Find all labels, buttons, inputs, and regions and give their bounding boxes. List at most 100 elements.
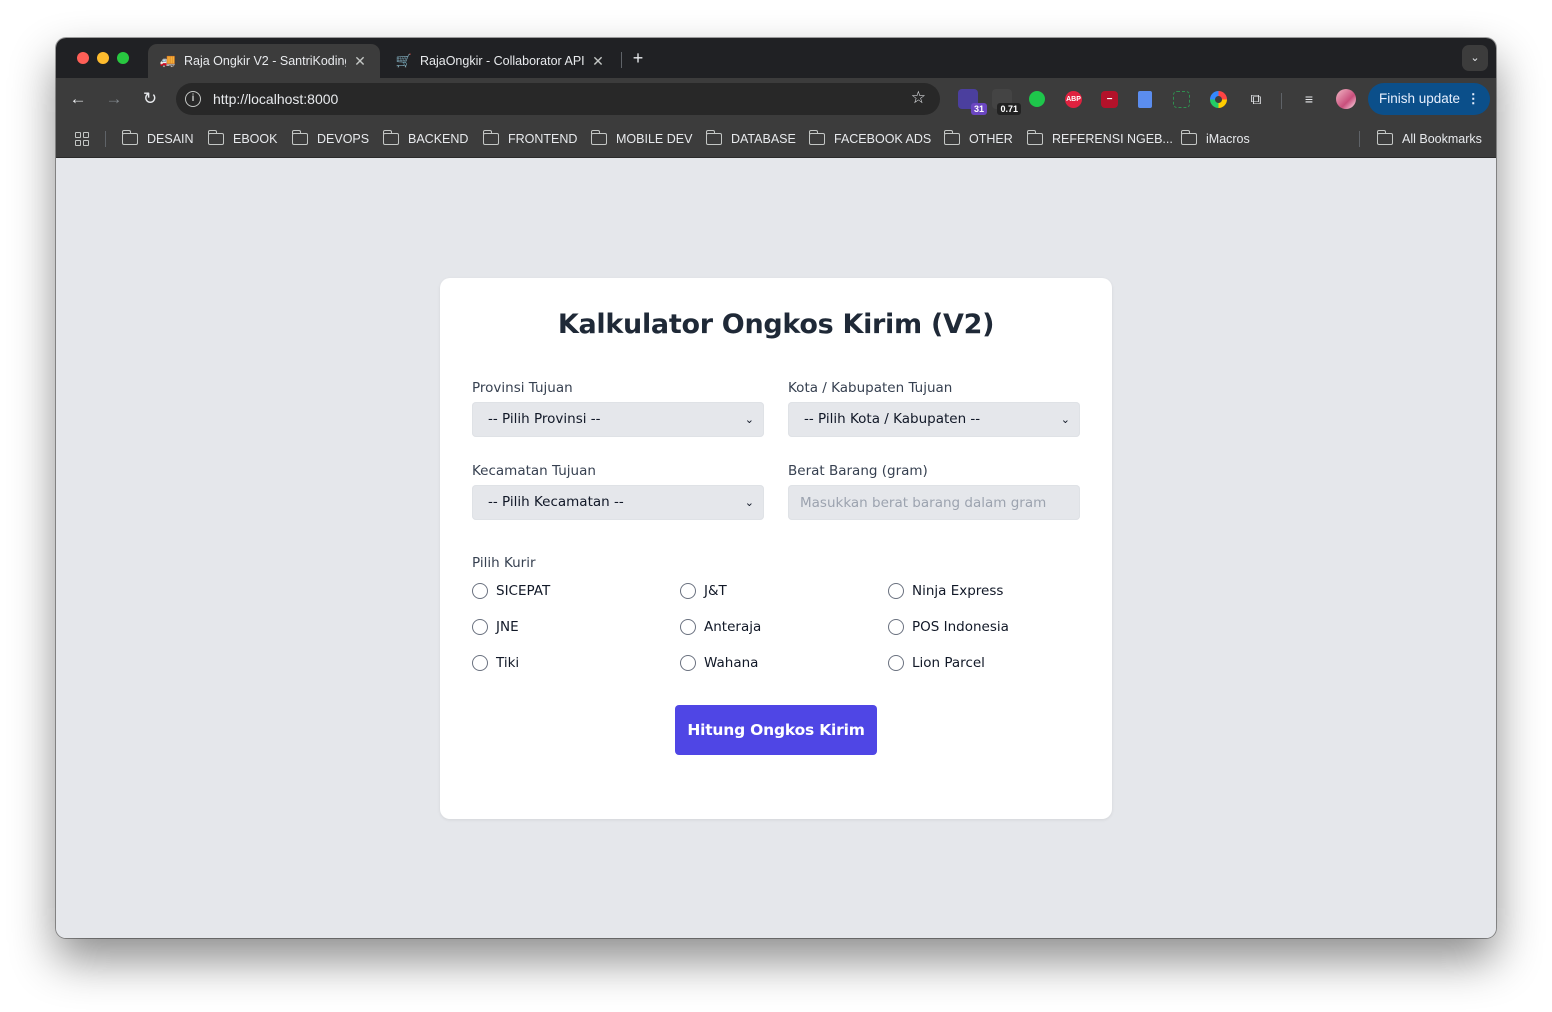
apps-grid-icon[interactable] <box>75 132 89 146</box>
hitung-ongkos-kirim-button[interactable]: Hitung Ongkos Kirim <box>675 705 877 755</box>
close-window-button[interactable] <box>77 52 89 64</box>
truck-favicon-icon: 🚚 <box>159 53 177 68</box>
bookmark-folder-mobile-dev[interactable]: MOBILE DEV <box>590 120 693 158</box>
courier-label: SICEPAT <box>496 583 551 599</box>
tab-strip: 🚚 Raja Ongkir V2 - SantriKoding ✕ 🛒 Raja… <box>56 38 1496 78</box>
bookmark-star-icon[interactable]: ☆ <box>911 88 926 108</box>
color-picker-icon[interactable] <box>1210 91 1227 108</box>
tab-raja-ongkir-v2[interactable]: 🚚 Raja Ongkir V2 - SantriKoding ✕ <box>148 44 380 78</box>
courier-label: POS Indonesia <box>912 619 1009 635</box>
courier-radio-lion-parcel[interactable]: Lion Parcel <box>888 655 985 671</box>
folder-icon <box>943 130 960 145</box>
folder-icon <box>590 130 607 145</box>
radio-circle[interactable] <box>888 583 904 599</box>
bookmark-folder-backend[interactable]: BACKEND <box>382 120 468 158</box>
finish-update-button[interactable]: Finish update ⋮ <box>1368 83 1490 115</box>
courier-label: JNE <box>496 619 519 635</box>
radio-circle[interactable] <box>680 619 696 635</box>
kurir-label: Pilih Kurir <box>472 555 536 571</box>
courier-radio-jnt[interactable]: J&T <box>680 583 727 599</box>
reload-icon[interactable]: ↻ <box>138 87 162 111</box>
extension-badge: 0.71 <box>997 103 1021 115</box>
screenshot-icon[interactable] <box>1173 91 1190 108</box>
radio-circle[interactable] <box>680 655 696 671</box>
folder-icon <box>291 130 308 145</box>
bookmark-folder-frontend[interactable]: FRONTEND <box>482 120 577 158</box>
adblock-icon[interactable]: ABP <box>1065 91 1082 108</box>
radio-circle[interactable] <box>472 655 488 671</box>
radio-circle[interactable] <box>680 583 696 599</box>
chevron-down-icon: ⌄ <box>1060 413 1070 426</box>
provinsi-label: Provinsi Tujuan <box>472 380 573 396</box>
courier-radio-ninja-express[interactable]: Ninja Express <box>888 583 1003 599</box>
bookmark-label: MOBILE DEV <box>616 132 693 146</box>
radio-circle[interactable] <box>888 655 904 671</box>
close-tab-icon[interactable]: ✕ <box>352 53 368 70</box>
folder-icon <box>705 130 722 145</box>
bookmark-label: DESAIN <box>147 132 194 146</box>
back-arrow-icon[interactable]: ← <box>66 87 90 111</box>
folder-icon <box>1180 130 1197 145</box>
courier-label: Ninja Express <box>912 583 1004 599</box>
tab-rajaongkir-api[interactable]: 🛒 RajaOngkir - Collaborator API ✕ <box>384 44 618 78</box>
address-bar[interactable]: i http://localhost:8000 ☆ <box>176 83 940 115</box>
provinsi-selected-value: -- Pilih Provinsi -- <box>488 411 601 427</box>
close-tab-icon[interactable]: ✕ <box>590 53 606 70</box>
browser-window: 🚚 Raja Ongkir V2 - SantriKoding ✕ 🛒 Raja… <box>56 38 1496 938</box>
bookmark-folder-devops[interactable]: DEVOPS <box>291 120 369 158</box>
courier-radio-sicepat[interactable]: SICEPAT <box>472 583 550 599</box>
all-bookmarks-button[interactable]: All Bookmarks <box>1376 120 1482 158</box>
bookmark-label: EBOOK <box>233 132 278 146</box>
bookmark-folder-other[interactable]: OTHER <box>943 120 1013 158</box>
reading-list-icon[interactable]: ≡ <box>1299 89 1319 109</box>
site-info-icon[interactable]: i <box>185 91 201 107</box>
radio-circle[interactable] <box>888 619 904 635</box>
profile-avatar[interactable] <box>1336 89 1356 109</box>
forward-arrow-icon[interactable]: → <box>102 87 126 111</box>
doc-copy-icon[interactable] <box>1138 91 1152 108</box>
adblock-label: ABP <box>1066 96 1081 103</box>
bookmarks-divider <box>1359 131 1360 147</box>
toolbar-divider <box>1281 93 1282 109</box>
provinsi-select[interactable]: -- Pilih Provinsi -- ⌄ <box>472 402 764 437</box>
bookmark-folder-imacros[interactable]: iMacros <box>1180 120 1250 158</box>
bookmark-folder-referensi[interactable]: REFERENSI NGEB... <box>1026 120 1173 158</box>
browser-toolbar: ← → ↻ i http://localhost:8000 ☆ 31 0.71 … <box>56 78 1496 120</box>
speed-icon[interactable]: 0.71 <box>992 89 1021 115</box>
calendar-icon[interactable]: 31 <box>958 89 987 115</box>
bookmark-folder-desain[interactable]: DESAIN <box>121 120 194 158</box>
berat-label: Berat Barang (gram) <box>788 463 928 479</box>
shipping-calculator-card: Kalkulator Ongkos Kirim (V2) Provinsi Tu… <box>440 278 1112 819</box>
folder-icon <box>382 130 399 145</box>
kecamatan-select[interactable]: -- Pilih Kecamatan -- ⌄ <box>472 485 764 520</box>
bookmark-folder-database[interactable]: DATABASE <box>705 120 796 158</box>
chevron-down-icon: ⌄ <box>744 496 754 509</box>
all-bookmarks-label: All Bookmarks <box>1402 132 1482 146</box>
new-tab-button[interactable]: + <box>628 47 648 69</box>
radio-circle[interactable] <box>472 619 488 635</box>
courier-radio-tiki[interactable]: Tiki <box>472 655 519 671</box>
tab-search-button[interactable]: ⌄ <box>1462 45 1488 71</box>
courier-radio-anteraja[interactable]: Anteraja <box>680 619 761 635</box>
courier-label: Anteraja <box>704 619 762 635</box>
zoom-window-button[interactable] <box>117 52 129 64</box>
more-menu-icon[interactable]: ⋮ <box>1467 83 1481 115</box>
puzzle-extensions-icon[interactable]: ⧉ <box>1246 89 1266 109</box>
kota-label: Kota / Kabupaten Tujuan <box>788 380 953 396</box>
courier-radio-wahana[interactable]: Wahana <box>680 655 758 671</box>
courier-label: Lion Parcel <box>912 655 985 671</box>
url-text[interactable]: http://localhost:8000 <box>213 91 338 107</box>
folder-icon <box>808 130 825 145</box>
berat-input[interactable] <box>788 485 1080 520</box>
chevron-down-icon: ⌄ <box>744 413 754 426</box>
shield-block-icon[interactable]: − <box>1101 91 1118 108</box>
green-dot-icon[interactable] <box>1029 91 1045 107</box>
minimize-window-button[interactable] <box>97 52 109 64</box>
courier-radio-jne[interactable]: JNE <box>472 619 519 635</box>
courier-radio-pos-indonesia[interactable]: POS Indonesia <box>888 619 1009 635</box>
radio-circle[interactable] <box>472 583 488 599</box>
courier-label: Wahana <box>704 655 759 671</box>
bookmark-folder-facebook-ads[interactable]: FACEBOOK ADS <box>808 120 931 158</box>
bookmark-folder-ebook[interactable]: EBOOK <box>207 120 278 158</box>
kota-select[interactable]: -- Pilih Kota / Kabupaten -- ⌄ <box>788 402 1080 437</box>
